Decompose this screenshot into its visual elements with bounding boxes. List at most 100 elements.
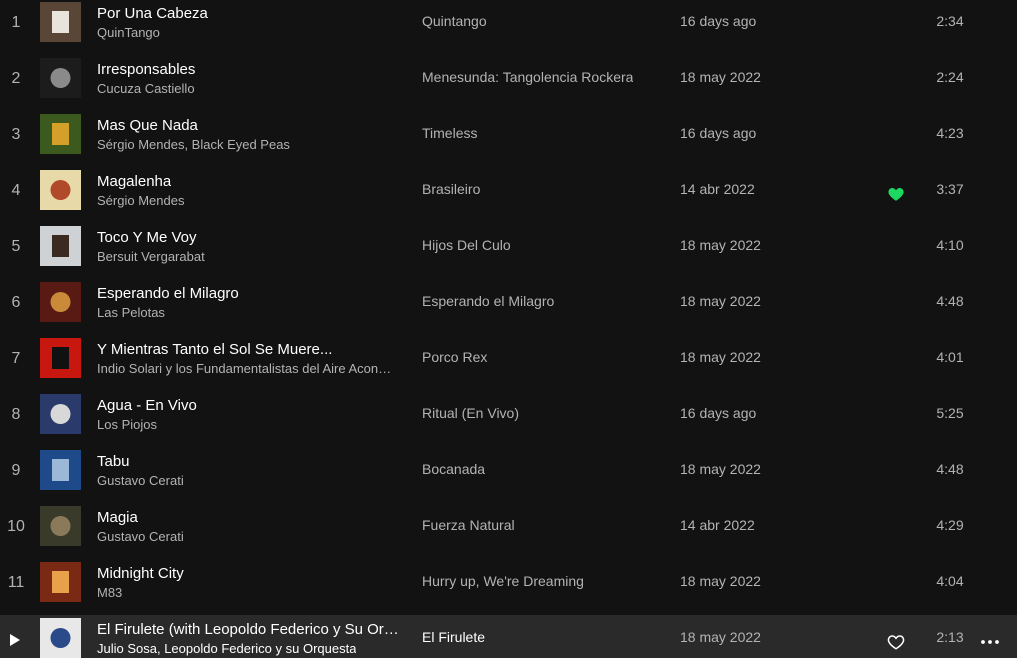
track-date-added: 16 days ago xyxy=(680,405,757,421)
track-duration: 4:48 xyxy=(936,461,964,477)
album-cover-icon xyxy=(40,282,81,322)
track-title[interactable]: Midnight City xyxy=(97,564,184,584)
album-cover-icon xyxy=(40,2,81,42)
track-title[interactable]: El Firulete (with Leopoldo Federico y Su… xyxy=(97,620,399,640)
track-duration: 5:25 xyxy=(936,405,964,421)
track-album[interactable]: Esperando el Milagro xyxy=(422,291,554,311)
track-artist[interactable]: Cucuza Castiello xyxy=(97,80,195,98)
heart-filled-icon[interactable] xyxy=(887,185,905,203)
track-title[interactable]: Magalenha xyxy=(97,172,171,192)
track-date-added: 14 abr 2022 xyxy=(680,181,755,197)
track-number: 9 xyxy=(11,462,21,479)
track-artist[interactable]: Sérgio Mendes, Black Eyed Peas xyxy=(97,136,290,154)
track-album[interactable]: El Firulete xyxy=(422,627,485,647)
track-number: 6 xyxy=(11,294,21,311)
track-artist[interactable]: QuinTango xyxy=(97,24,160,42)
track-date-added: 18 may 2022 xyxy=(680,349,761,365)
track-date-added: 18 may 2022 xyxy=(680,573,761,589)
track-row[interactable]: 1 Por Una Cabeza QuinTango Quintango 16 days… xyxy=(0,0,1017,55)
track-title[interactable]: Agua - En Vivo xyxy=(97,396,197,416)
track-album[interactable]: Quintango xyxy=(422,11,487,31)
track-artist[interactable]: Indio Solari y los Fundamentalistas del … xyxy=(97,360,393,378)
track-duration: 2:13 xyxy=(936,629,964,645)
track-number: 10 xyxy=(7,518,25,535)
track-row[interactable]: El Firulete (with Leopoldo Federico y Su… xyxy=(0,615,1017,658)
track-number: 7 xyxy=(11,350,21,367)
track-album[interactable]: Porco Rex xyxy=(422,347,487,367)
album-cover-icon xyxy=(40,338,81,378)
track-row[interactable]: 6 Esperando el Milagro Las Pelotas Esperand… xyxy=(0,279,1017,335)
track-album[interactable]: Brasileiro xyxy=(422,179,480,199)
track-duration: 4:04 xyxy=(936,573,964,589)
track-artist[interactable]: Gustavo Cerati xyxy=(97,472,184,490)
track-title[interactable]: Tabu xyxy=(97,452,130,472)
track-album[interactable]: Fuerza Natural xyxy=(422,515,515,535)
track-number: 2 xyxy=(11,70,21,87)
album-cover-icon xyxy=(40,618,81,658)
track-title[interactable]: Por Una Cabeza xyxy=(97,4,208,24)
track-number: 1 xyxy=(11,14,21,31)
track-number: 8 xyxy=(11,406,21,423)
album-cover-icon xyxy=(40,58,81,98)
track-artist[interactable]: M83 xyxy=(97,584,122,602)
track-title[interactable]: Esperando el Milagro xyxy=(97,284,239,304)
track-title[interactable]: Magia xyxy=(97,508,138,528)
track-title[interactable]: Y Mientras Tanto el Sol Se Muere... xyxy=(97,340,332,360)
track-album[interactable]: Menesunda: Tangolencia Rockera xyxy=(422,67,633,87)
album-cover-icon xyxy=(40,114,81,154)
track-album[interactable]: Bocanada xyxy=(422,459,485,479)
tracklist: 1 Por Una Cabeza QuinTango Quintango 16 days… xyxy=(0,0,1017,658)
more-options-icon[interactable] xyxy=(979,633,1001,651)
album-cover-icon xyxy=(40,506,81,546)
track-artist[interactable]: Sérgio Mendes xyxy=(97,192,184,210)
track-duration: 4:29 xyxy=(936,517,964,533)
track-duration: 2:24 xyxy=(936,69,964,85)
track-date-added: 18 may 2022 xyxy=(680,629,761,645)
track-row[interactable]: 8 Agua - En Vivo Los Piojos Ritual (En Vivo… xyxy=(0,391,1017,447)
track-album[interactable]: Timeless xyxy=(422,123,478,143)
track-artist[interactable]: Las Pelotas xyxy=(97,304,165,322)
track-artist[interactable]: Bersuit Vergarabat xyxy=(97,248,205,266)
track-date-added: 18 may 2022 xyxy=(680,293,761,309)
track-duration: 4:23 xyxy=(936,125,964,141)
track-title[interactable]: Irresponsables xyxy=(97,60,195,80)
track-album[interactable]: Ritual (En Vivo) xyxy=(422,403,519,423)
track-row[interactable]: 3 Mas Que Nada Sérgio Mendes, Black Eyed P… xyxy=(0,111,1017,167)
track-date-added: 14 abr 2022 xyxy=(680,517,755,533)
album-cover-icon xyxy=(40,226,81,266)
track-number: 11 xyxy=(7,574,25,591)
track-number: 3 xyxy=(11,126,21,143)
album-cover-icon xyxy=(40,394,81,434)
track-number: 5 xyxy=(11,238,21,255)
album-cover-icon xyxy=(40,170,81,210)
track-row[interactable]: 7 Y Mientras Tanto el Sol Se Muere... Indi… xyxy=(0,335,1017,391)
track-date-added: 16 days ago xyxy=(680,125,757,141)
track-number: 4 xyxy=(11,182,21,199)
track-row[interactable]: 5 Toco Y Me Voy Bersuit Vergarabat Hijos De… xyxy=(0,223,1017,279)
track-duration: 4:48 xyxy=(936,293,964,309)
track-date-added: 18 may 2022 xyxy=(680,237,761,253)
track-row[interactable]: 4 Magalenha Sérgio Mendes Brasileiro 14 abr … xyxy=(0,167,1017,223)
track-duration: 3:37 xyxy=(936,181,964,197)
track-duration: 4:01 xyxy=(936,349,964,365)
track-row[interactable]: 10 Magia Gustavo Cerati Fuerza Natural 14 ab… xyxy=(0,503,1017,559)
track-artist[interactable]: Gustavo Cerati xyxy=(97,528,184,546)
track-duration: 2:34 xyxy=(936,13,964,29)
heart-outline-icon[interactable] xyxy=(887,633,905,651)
track-title[interactable]: Mas Que Nada xyxy=(97,116,198,136)
track-row[interactable]: 11 Midnight City M83 Hurry up, We're Dreami… xyxy=(0,559,1017,615)
track-row[interactable]: 2 Irresponsables Cucuza Castiello Menesunda… xyxy=(0,55,1017,111)
track-album[interactable]: Hurry up, We're Dreaming xyxy=(422,571,584,591)
track-title[interactable]: Toco Y Me Voy xyxy=(97,228,197,248)
album-cover-icon xyxy=(40,562,81,602)
track-row[interactable]: 9 Tabu Gustavo Cerati Bocanada 18 may 2022 4:… xyxy=(0,447,1017,503)
track-date-added: 18 may 2022 xyxy=(680,461,761,477)
track-album[interactable]: Hijos Del Culo xyxy=(422,235,511,255)
track-duration: 4:10 xyxy=(936,237,964,253)
play-icon[interactable] xyxy=(10,634,20,646)
album-cover-icon xyxy=(40,450,81,490)
track-artist[interactable]: Julio Sosa, Leopoldo Federico y su Orque… xyxy=(97,640,356,658)
track-date-added: 16 days ago xyxy=(680,13,757,29)
track-artist[interactable]: Los Piojos xyxy=(97,416,157,434)
track-date-added: 18 may 2022 xyxy=(680,69,761,85)
